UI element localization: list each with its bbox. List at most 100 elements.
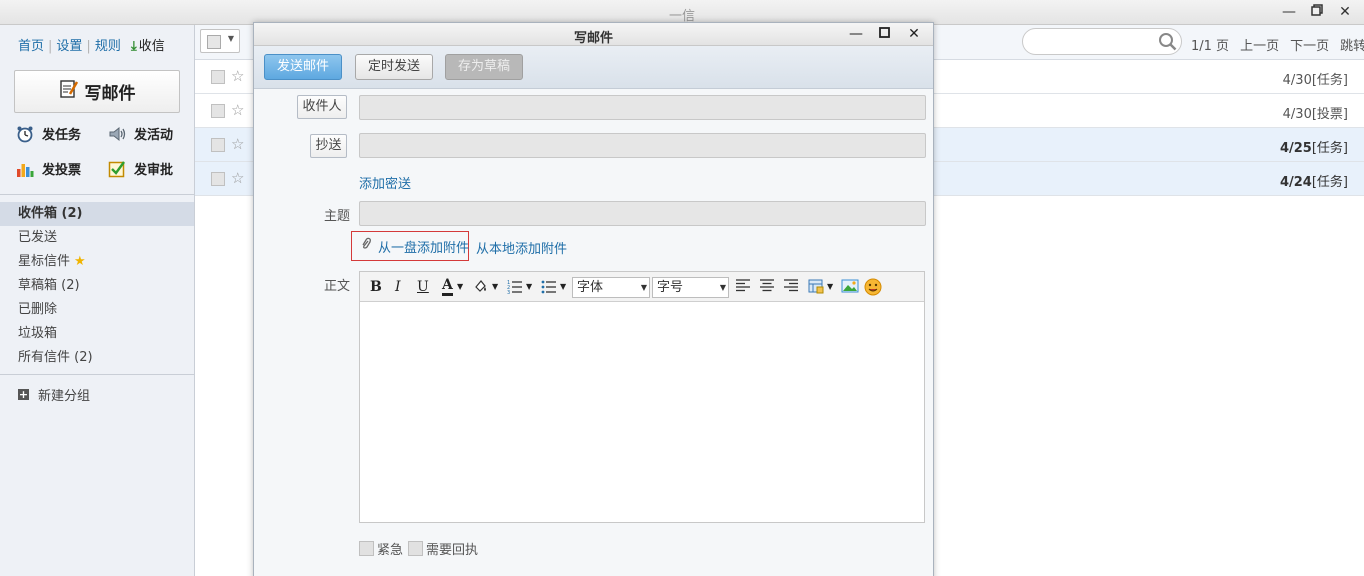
read-receipt-checkbox[interactable]: 需要回执 [408, 539, 478, 558]
subject-label: 主题 [324, 209, 351, 224]
send-approval-button[interactable]: 发审批 [108, 159, 173, 178]
chevron-down-icon[interactable]: ▼ [457, 278, 463, 296]
star-outline-icon[interactable]: ☆ [231, 67, 244, 85]
prev-page-link[interactable]: 上一页 [1240, 39, 1279, 54]
highlight-color-icon[interactable] [473, 278, 489, 296]
row-checkbox[interactable] [211, 70, 225, 84]
star-outline-icon[interactable]: ☆ [231, 135, 244, 153]
minimize-icon[interactable]: — [1280, 3, 1298, 21]
star-outline-icon[interactable]: ☆ [231, 101, 244, 119]
folder-all[interactable]: 所有信件 (2) [0, 346, 194, 370]
font-family-select[interactable]: 字体 ▼ [572, 277, 650, 298]
underline-icon[interactable]: U [417, 278, 429, 296]
restore-icon[interactable] [1308, 3, 1326, 21]
receive-mail-link[interactable]: 收信 [139, 39, 165, 54]
checkbox-check-icon [108, 160, 126, 178]
compose-titlebar[interactable]: 写邮件 — ✕ [254, 23, 933, 46]
attach-from-cloud-label: 从一盘添加附件 [378, 240, 470, 256]
close-icon[interactable]: ✕ [1336, 3, 1354, 21]
insert-table-icon[interactable] [808, 278, 824, 296]
new-group-button[interactable]: + 新建分组 [18, 385, 90, 404]
compose-title: 写邮件 [573, 31, 613, 46]
row-checkbox[interactable] [211, 104, 225, 118]
speaker-icon [108, 125, 126, 143]
font-size-select[interactable]: 字号 ▼ [652, 277, 729, 298]
send-task-button[interactable]: 发任务 [16, 124, 81, 143]
body-label: 正文 [324, 279, 351, 294]
sidebar-divider [0, 194, 194, 195]
rules-link[interactable]: 规则 [95, 39, 121, 54]
align-right-icon[interactable] [784, 278, 798, 296]
folder-starred-label: 星标信件 [18, 254, 71, 269]
close-icon[interactable]: ✕ [905, 25, 923, 43]
minimize-icon[interactable]: — [847, 25, 865, 43]
to-field[interactable] [359, 95, 926, 120]
sidebar: 首页 | 设置 | 规则 ⤓ 收信 写邮件 发任务 发活动 发投票 发审批 收件箱 (2)… [0, 25, 195, 576]
chevron-down-icon[interactable]: ▼ [827, 278, 833, 296]
to-button[interactable]: 收件人 [297, 95, 347, 119]
send-vote-button[interactable]: 发投票 [16, 159, 81, 178]
jump-link[interactable]: 跳转 [1340, 39, 1364, 54]
attach-from-cloud-button[interactable]: 从一盘添加附件 [351, 231, 469, 261]
folder-sent[interactable]: 已发送 [0, 226, 194, 250]
mail-date: 4/24[任务] [1279, 175, 1348, 190]
chevron-down-icon[interactable]: ▼ [492, 278, 498, 296]
urgent-checkbox[interactable]: 紧急 [359, 539, 403, 558]
timed-send-button[interactable]: 定时发送 [355, 54, 433, 80]
star-outline-icon[interactable]: ☆ [231, 169, 244, 187]
mail-date: 4/30[投票] [1282, 107, 1348, 122]
send-mail-button[interactable]: 发送邮件 [264, 54, 342, 80]
folder-inbox[interactable]: 收件箱 (2) [0, 202, 194, 226]
unordered-list-icon[interactable] [541, 278, 557, 296]
plus-icon: + [18, 388, 29, 401]
alarm-clock-icon [16, 125, 34, 143]
bar-chart-icon [16, 160, 34, 178]
compose-button[interactable]: 写邮件 [14, 70, 180, 113]
search-icon[interactable] [1158, 32, 1177, 55]
rich-text-editor: B I U A ▼ ▼ 123 ▼ ▼ 字体 ▼ 字号 ▼ ▼ [359, 271, 925, 523]
search-input[interactable] [1022, 28, 1182, 55]
folder-deleted[interactable]: 已删除 [0, 298, 194, 322]
compose-icon [59, 79, 79, 104]
maximize-icon[interactable] [875, 25, 893, 43]
attach-from-local-link[interactable]: 从本地添加附件 [476, 238, 567, 257]
folder-drafts[interactable]: 草稿箱 (2) [0, 274, 194, 298]
select-all-dropdown[interactable]: ▼ [200, 29, 240, 53]
download-icon: ⤓ [130, 39, 137, 54]
italic-icon[interactable]: I [395, 278, 401, 296]
paperclip-icon [360, 237, 372, 255]
send-event-button[interactable]: 发活动 [108, 124, 173, 143]
read-receipt-label: 需要回执 [426, 543, 479, 558]
subject-field[interactable] [359, 201, 926, 226]
row-checkbox[interactable] [211, 138, 225, 152]
cc-button[interactable]: 抄送 [310, 134, 347, 158]
compose-label: 写邮件 [84, 84, 136, 104]
chevron-down-icon: ▼ [640, 283, 647, 292]
sidebar-toplinks: 首页 | 设置 | 规则 ⤓ 收信 [18, 39, 165, 54]
folder-spam[interactable]: 垃圾箱 [0, 322, 194, 346]
chevron-down-icon[interactable]: ▼ [560, 278, 566, 296]
align-center-icon[interactable] [760, 278, 774, 296]
add-bcc-link[interactable]: 添加密送 [359, 173, 411, 192]
select-all-checkbox[interactable] [207, 35, 221, 49]
home-link[interactable]: 首页 [18, 39, 44, 54]
urgent-checkbox-box[interactable] [359, 541, 374, 556]
row-checkbox[interactable] [211, 172, 225, 186]
bold-icon[interactable]: B [370, 278, 382, 296]
font-color-icon[interactable]: A [442, 278, 453, 296]
insert-image-icon[interactable] [841, 278, 859, 296]
new-group-label: 新建分组 [38, 389, 91, 404]
folder-starred[interactable]: 星标信件 ★ [0, 250, 194, 274]
ordered-list-icon[interactable]: 123 [507, 278, 523, 296]
chevron-down-icon[interactable]: ▼ [526, 278, 532, 296]
save-draft-button[interactable]: 存为草稿 [445, 54, 523, 80]
emoji-icon[interactable] [864, 278, 882, 296]
settings-link[interactable]: 设置 [56, 39, 82, 54]
font-size-value: 字号 [657, 280, 684, 295]
cc-field[interactable] [359, 133, 926, 158]
align-left-icon[interactable] [736, 278, 750, 296]
next-page-link[interactable]: 下一页 [1290, 39, 1329, 54]
compose-dialog: 写邮件 — ✕ 发送邮件 定时发送 存为草稿 收件人 抄送 添加密送 主题 从一… [253, 22, 934, 576]
pager: 1/1 页上一页 下一页 跳转 [1191, 35, 1364, 54]
read-receipt-checkbox-box[interactable] [408, 541, 423, 556]
